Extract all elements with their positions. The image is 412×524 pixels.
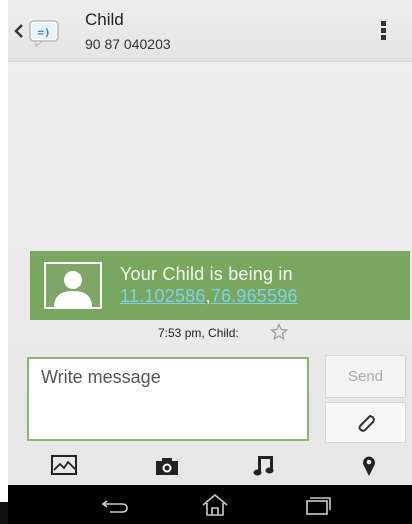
attach-button[interactable] bbox=[325, 402, 406, 443]
contact-phone: 90 87 040203 bbox=[85, 36, 171, 52]
system-navigation-bar bbox=[8, 485, 412, 524]
camera-icon[interactable] bbox=[153, 453, 181, 477]
recent-apps-icon[interactable] bbox=[300, 493, 334, 517]
contact-avatar-icon bbox=[44, 262, 102, 309]
longitude-link[interactable]: 76.965596 bbox=[211, 286, 298, 306]
attachment-toolbar bbox=[8, 448, 412, 484]
home-icon[interactable] bbox=[198, 493, 232, 517]
message-input[interactable]: Write message bbox=[27, 357, 309, 441]
svg-text:=): =) bbox=[37, 26, 50, 39]
back-chevron-icon[interactable] bbox=[12, 20, 26, 42]
message-text: Your Child is being in 11.102586,76.9655… bbox=[120, 263, 400, 307]
back-icon[interactable] bbox=[98, 493, 132, 517]
paperclip-icon bbox=[358, 415, 375, 432]
conversation-header: =) Child 90 87 040203 bbox=[8, 0, 412, 62]
picture-icon[interactable] bbox=[50, 453, 78, 477]
coordinates-link[interactable]: 11.102586,76.965596 bbox=[120, 285, 400, 307]
message-line: Your Child is being in bbox=[120, 264, 293, 284]
message-bubble[interactable]: Your Child is being in 11.102586,76.9655… bbox=[30, 251, 410, 320]
location-pin-icon[interactable] bbox=[355, 453, 383, 477]
contact-name: Child bbox=[85, 10, 124, 29]
star-icon[interactable] bbox=[270, 323, 288, 341]
music-note-icon[interactable] bbox=[251, 453, 279, 477]
left-edge bbox=[0, 0, 8, 524]
message-timestamp: 7:53 pm, Child: bbox=[158, 326, 239, 340]
messaging-screen: =) Child 90 87 040203 Your Child is bein… bbox=[8, 0, 412, 524]
edge-mark bbox=[0, 502, 8, 524]
overflow-menu-icon[interactable] bbox=[374, 20, 392, 44]
messaging-app-icon[interactable]: =) bbox=[28, 19, 64, 47]
send-button[interactable]: Send bbox=[325, 355, 406, 398]
latitude-link[interactable]: 11.102586 bbox=[120, 286, 206, 306]
